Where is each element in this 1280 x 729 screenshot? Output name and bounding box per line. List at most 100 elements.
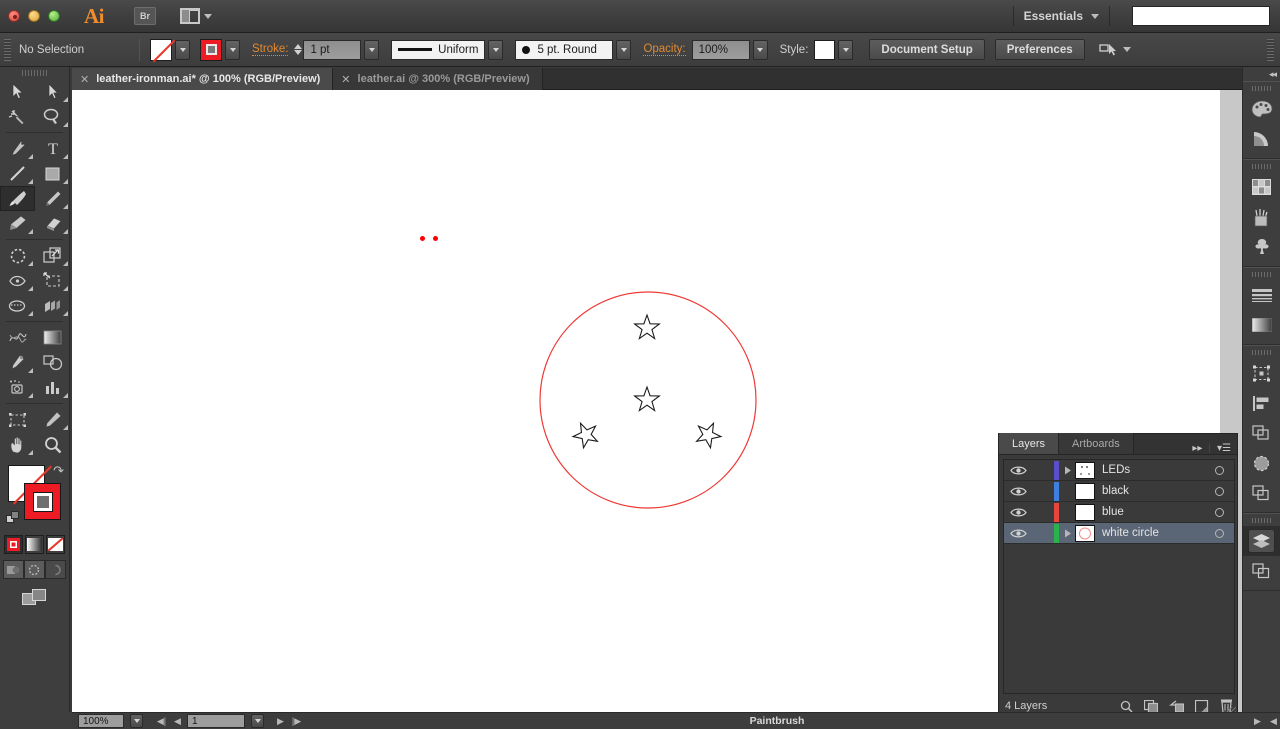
tool-gradient[interactable] [35,325,70,350]
tool-pen[interactable] [0,136,35,161]
tool-slice[interactable] [35,407,70,432]
tool-magic-wand[interactable] [0,104,35,129]
brush-combo[interactable]: 5 pt. Round [515,39,632,60]
previous-artboard-button[interactable]: ◀ [171,714,184,728]
zoom-level-field[interactable]: 100% [78,714,124,728]
artboard-number-field[interactable]: 1 [187,714,245,728]
tab-layers[interactable]: Layers [999,433,1060,454]
panel-color[interactable] [1243,94,1280,124]
layer-row[interactable]: black [1004,481,1234,502]
arrange-documents-button[interactable] [180,8,212,24]
tool-direct-selection[interactable] [35,79,70,104]
document-tab-active[interactable]: ✕ leather-ironman.ai* @ 100% (RGB/Previe… [72,68,334,90]
graphic-style-swatch[interactable] [814,39,836,60]
panel-align[interactable] [1243,388,1280,418]
window-controls[interactable] [8,10,60,22]
panel-appearance[interactable] [1243,478,1280,508]
tool-perspective-grid[interactable] [35,293,70,318]
tool-symbol-sprayer[interactable] [0,375,35,400]
opacity-dropdown-button[interactable] [752,39,768,60]
star-path[interactable] [633,313,661,340]
opacity-value[interactable]: 100% [691,39,750,60]
last-artboard-button[interactable]: |▶ [290,714,303,728]
layer-thumbnail[interactable] [1075,482,1095,500]
control-bar-options-grip[interactable] [1267,38,1274,61]
stroke-color-swatch[interactable] [200,38,222,61]
tool-eraser[interactable] [35,211,70,236]
tool-blob-brush[interactable] [0,211,35,236]
stroke-profile-value[interactable]: Uniform [391,39,486,60]
layer-name[interactable]: black [1102,485,1204,497]
layer-name[interactable]: LEDs [1102,464,1204,476]
layer-visibility-icon[interactable] [1004,465,1032,476]
tool-scale[interactable] [35,243,70,268]
tool-eyedropper[interactable] [0,350,35,375]
zoom-dropdown-button[interactable] [130,714,143,728]
double-chevron-right-icon[interactable]: ▸▸ [1192,443,1202,454]
stroke-dropdown-button[interactable] [225,39,240,60]
brush-dropdown-button[interactable] [616,39,632,60]
dock-group-grip[interactable] [1251,164,1272,169]
panel-gradient[interactable] [1243,310,1280,340]
search-input[interactable] [1132,6,1270,26]
graphic-style-combo[interactable] [814,39,854,60]
panel-swatches[interactable] [1243,172,1280,202]
layer-row[interactable]: white circle [1004,523,1234,544]
tool-selection[interactable] [0,79,35,104]
tool-zoom[interactable] [35,432,70,457]
star-paths[interactable] [571,313,723,450]
star-path[interactable] [633,385,661,412]
layer-thumbnail[interactable] [1075,503,1095,521]
dock-group-grip[interactable] [1251,518,1272,523]
layer-name[interactable]: blue [1102,506,1204,518]
panel-color-guide[interactable] [1243,124,1280,154]
layer-visibility-icon[interactable] [1004,507,1032,518]
layer-row[interactable]: blue [1004,502,1234,523]
bridge-icon[interactable]: Br [134,7,156,25]
draw-normal-button[interactable] [3,560,24,579]
tool-paintbrush[interactable] [0,186,35,211]
layer-target-button[interactable] [1204,465,1234,475]
close-window-button[interactable] [8,10,20,22]
locate-object-icon[interactable] [1120,700,1133,713]
draw-inside-button[interactable] [45,560,66,579]
tools-panel-grip[interactable] [21,70,48,76]
scroll-left-button[interactable]: ◀ [1267,714,1280,728]
panel-artboards-button[interactable] [1243,556,1280,586]
tool-column-graph[interactable] [35,375,70,400]
dock-group-grip[interactable] [1251,272,1272,277]
layer-name[interactable]: white circle [1102,527,1204,539]
select-similar-icon[interactable] [1098,43,1117,57]
layer-thumbnail[interactable] [1075,524,1095,542]
tab-artboards[interactable]: Artboards [1059,433,1134,454]
tool-artboard[interactable] [0,407,35,432]
tool-lasso[interactable] [35,104,70,129]
panel-pathfinder[interactable] [1243,418,1280,448]
star-path[interactable] [695,421,723,450]
make-clipping-mask-icon[interactable] [1144,699,1158,713]
document-tab-inactive[interactable]: ✕ leather.ai @ 300% (RGB/Preview) [333,68,543,90]
opacity-label[interactable]: Opacity: [643,43,686,56]
swap-fill-stroke-icon[interactable]: ↷ [53,463,64,479]
maximize-window-button[interactable] [48,10,60,22]
led-dot[interactable] [433,236,438,241]
stroke-label[interactable]: Stroke: [252,43,289,56]
panel-transparency[interactable] [1243,448,1280,478]
dock-group-grip[interactable] [1251,86,1272,91]
panel-brushes[interactable] [1243,202,1280,232]
chevron-down-icon[interactable] [1091,13,1099,19]
red-circle-path[interactable] [539,291,757,509]
chevron-down-icon[interactable] [1122,47,1131,52]
panel-menu-icon[interactable]: ▾☰ [1217,443,1231,454]
graphic-style-dropdown-button[interactable] [838,39,854,60]
workspace-switcher[interactable]: Essentials [1024,9,1083,23]
dock-group-grip[interactable] [1251,350,1272,355]
status-menu-button[interactable]: ▶ [1251,714,1264,728]
layer-target-button[interactable] [1204,528,1234,538]
tool-rotate[interactable] [0,243,35,268]
led-dot[interactable] [420,236,425,241]
tool-hand[interactable] [0,432,35,457]
layer-expand-triangle-icon[interactable] [1061,529,1075,538]
tool-mesh[interactable] [0,325,35,350]
first-artboard-button[interactable]: ◀| [155,714,168,728]
